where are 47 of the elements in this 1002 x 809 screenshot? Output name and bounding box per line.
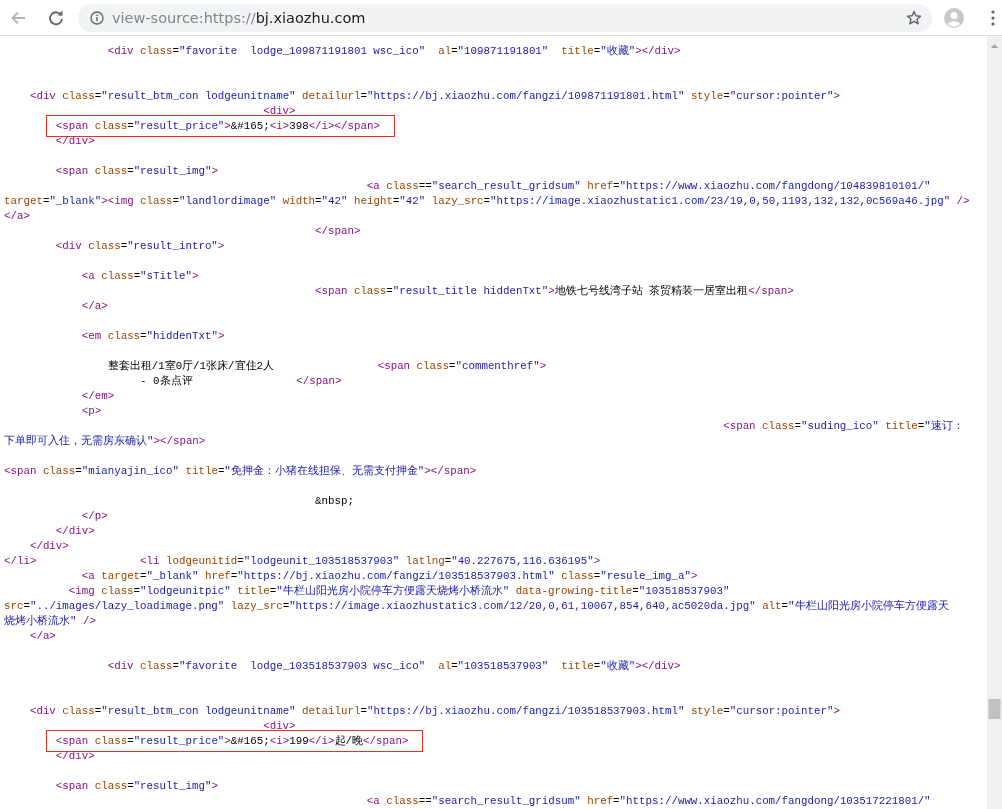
code-line: <div class="favorite lodge_103518537903 wsc_ico" al="103518537903" title="收藏"></div>	[107, 660, 681, 672]
code-line: <div class="favorite lodge_109871191801 wsc_ico" al="109871191801" title="收藏"></div>	[107, 45, 681, 57]
code-line: <a class="sTitle">	[81, 270, 199, 282]
code-line: <p>	[81, 405, 102, 417]
code-line: <span class="commenthref">	[377, 360, 547, 372]
code-line: <div>	[263, 105, 296, 117]
code-line: </a>	[81, 300, 108, 312]
menu-icon[interactable]	[991, 9, 995, 26]
code-line: <div class="result_intro">	[55, 240, 225, 252]
code-line: <img class="lodgeunitpic" title="牛栏山阳光房小院停车方便露天烧烤小桥流水" data-growing-title="103518537903"	[68, 585, 730, 597]
info-icon[interactable]	[90, 10, 104, 25]
code-line: 下单即可入住，无需房东确认"></span>	[4, 435, 206, 447]
code-line: </p>	[81, 510, 108, 522]
reload-icon[interactable]	[48, 9, 64, 26]
code-line: </div>	[55, 750, 95, 762]
code-line: target="_blank"><img class="landlordimage" width="42" height="42" lazy_src="https://image.xiaozhustatic1.com/23/19,0,50,1193,132,132,0c569a46.jpg" />	[4, 195, 970, 207]
address-bar[interactable]: view-source:https://bj.xiaozhu.com	[78, 3, 932, 32]
code-line: </div>	[55, 135, 95, 147]
code-line: src="../images/lazy_loadimage.png" lazy_src="https://image.xiaozhustatic3.com/12/20,0,61,10067,854,640,ac5020da.jpg" alt="牛栏山阳光房小院停车方便露天	[4, 600, 949, 612]
code-line: <span class="result_title hiddenTxt">地铁七号线湾子站 茶贸精装一居室出租</span>	[315, 285, 794, 297]
code-line: </span>	[315, 225, 361, 237]
code-line: - 0条点评	[140, 375, 193, 387]
code-line: </li>	[4, 555, 37, 567]
code-line: </span>	[296, 375, 342, 387]
code-line: </a>	[29, 630, 56, 642]
code-line: 烧烤小桥流水" />	[4, 615, 96, 627]
code-line: <span class="suding_ico" title="速订：	[723, 420, 964, 432]
code-line: <em class="hiddenTxt">	[81, 330, 225, 342]
code-line: </div>	[29, 540, 69, 552]
code-line: <span class="mianyajin_ico" title="免押金：小猪在线担保、无需支付押金"></span>	[4, 465, 477, 477]
code-line: <a class=="search_result_gridsum" href="https://www.xiaozhu.com/fangdong/103517221801/"	[366, 795, 931, 807]
code-line: &nbsp;	[315, 495, 354, 507]
code-line: <li lodgeunitid="lodgeunit_103518537903" latlng="40.227675,116.636195">	[140, 555, 601, 567]
star-icon[interactable]	[906, 9, 922, 26]
code-line: </em>	[81, 390, 115, 402]
code-line: <div class="result_btm_con lodgeunitname" detailurl="https://bj.xiaozhu.com/fangzi/109871191801.html" style="cursor:pointer">	[29, 90, 840, 102]
code-line: <span class="result_img">	[55, 165, 218, 177]
code-line: 整套出租/1室0厅/1张床/宜住2人	[107, 360, 275, 372]
code-line: <div>	[263, 720, 296, 732]
code-line: <span class="result_img">	[55, 780, 218, 792]
code-line: <a class=="search_result_gridsum" href="https://www.xiaozhu.com/fangdong/104839810101/"	[366, 180, 931, 192]
code-line: <a target="_blank" href="https://bj.xiaozhu.com/fangzi/103518537903.html" class="resule_img_a">	[81, 570, 698, 582]
code-line: <div class="result_btm_con lodgeunitname" detailurl="https://bj.xiaozhu.com/fangzi/103518537903.html" style="cursor:pointer">	[29, 705, 840, 717]
address-url: view-source:https://bj.xiaozhu.com	[112, 9, 367, 26]
code-line: </div>	[55, 525, 95, 537]
scrollbar[interactable]	[987, 36, 1002, 809]
code-line: </a>	[4, 210, 30, 222]
